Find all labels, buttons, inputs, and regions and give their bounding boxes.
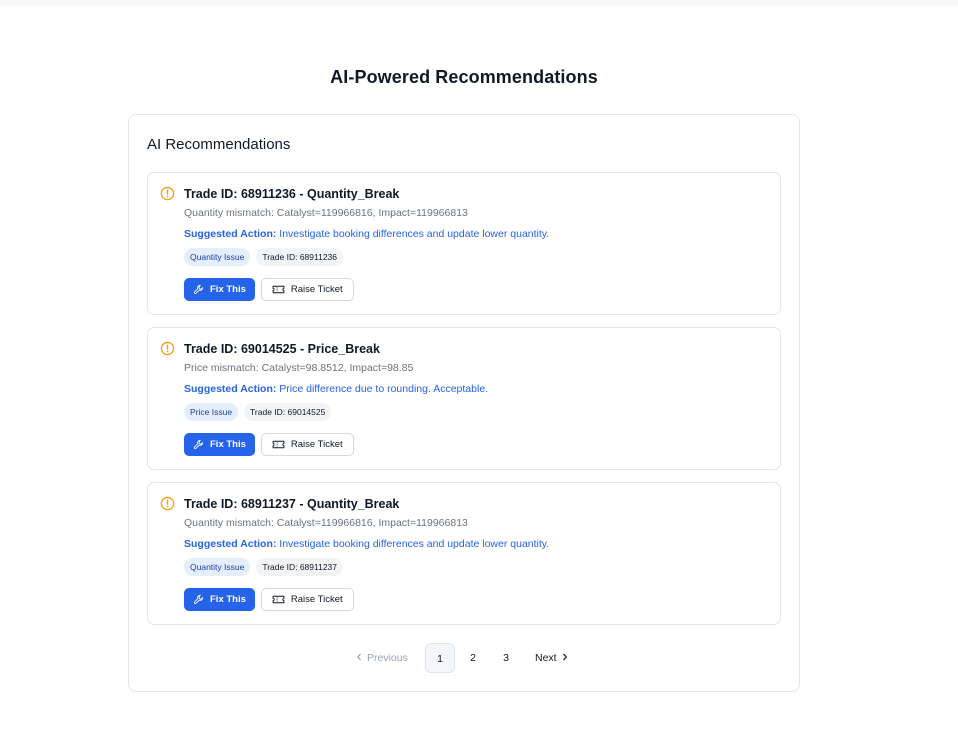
action-buttons: Fix This Raise Ticket [184, 588, 354, 611]
fix-this-button[interactable]: Fix This [184, 588, 255, 611]
suggested-action: Suggested Action: Price difference due t… [184, 383, 488, 395]
ticket-icon [272, 440, 285, 449]
suggested-action-text: Investigate booking differences and upda… [279, 538, 550, 550]
recommendation-title: Trade ID: 69014525 - Price_Break [184, 342, 380, 356]
suggested-action-text: Price difference due to rounding. Accept… [279, 383, 489, 395]
next-label: Next [535, 652, 557, 664]
raise-ticket-label: Raise Ticket [290, 284, 343, 295]
pagination: Previous 1 2 3 Next [129, 643, 801, 673]
fix-this-label: Fix This [210, 439, 246, 450]
recommendation-description: Quantity mismatch: Catalyst=119966816, I… [184, 207, 468, 219]
alert-circle-icon [160, 186, 175, 201]
suggested-action-label: Suggested Action: [184, 538, 277, 550]
previous-label: Previous [367, 652, 408, 664]
recommendations-panel: AI Recommendations Trade ID: 68911236 - … [128, 114, 800, 692]
page-1-button[interactable]: 1 [425, 643, 455, 673]
issue-type-badge: Quantity Issue [184, 558, 251, 576]
wrench-icon [193, 594, 204, 605]
raise-ticket-label: Raise Ticket [290, 439, 343, 450]
raise-ticket-button[interactable]: Raise Ticket [260, 588, 354, 611]
tag-list: Quantity Issue Trade ID: 68911236 [184, 248, 344, 266]
suggested-action-label: Suggested Action: [184, 383, 277, 395]
recommendation-card: Trade ID: 69014525 - Price_Break Price m… [147, 327, 781, 470]
fix-this-label: Fix This [210, 594, 246, 605]
action-buttons: Fix This Raise Ticket [184, 278, 354, 301]
wrench-icon [193, 439, 204, 450]
issue-type-badge: Price Issue [184, 403, 239, 421]
wrench-icon [193, 284, 204, 295]
raise-ticket-button[interactable]: Raise Ticket [260, 433, 354, 456]
recommendation-title: Trade ID: 68911236 - Quantity_Break [184, 187, 400, 201]
ticket-icon [272, 595, 285, 604]
recommendation-description: Quantity mismatch: Catalyst=119966816, I… [184, 517, 468, 529]
fix-this-label: Fix This [210, 284, 246, 295]
recommendation-card: Trade ID: 68911236 - Quantity_Break Quan… [147, 172, 781, 315]
raise-ticket-label: Raise Ticket [290, 594, 343, 605]
action-buttons: Fix This Raise Ticket [184, 433, 354, 456]
panel-title: AI Recommendations [147, 136, 291, 153]
alert-circle-icon [160, 496, 175, 511]
page-3-button[interactable]: 3 [491, 643, 521, 673]
page-title: AI-Powered Recommendations [330, 67, 598, 87]
previous-page-button[interactable]: Previous [355, 643, 408, 673]
next-page-button[interactable]: Next [535, 643, 569, 673]
top-bar [0, 0, 958, 6]
suggested-action: Suggested Action: Investigate booking di… [184, 228, 549, 240]
trade-id-badge: Trade ID: 68911237 [256, 558, 344, 576]
recommendation-card: Trade ID: 68911237 - Quantity_Break Quan… [147, 482, 781, 625]
page-2-button[interactable]: 2 [458, 643, 488, 673]
chevron-left-icon [357, 653, 361, 661]
suggested-action-label: Suggested Action: [184, 228, 277, 240]
recommendation-title: Trade ID: 68911237 - Quantity_Break [184, 497, 400, 511]
suggested-action: Suggested Action: Investigate booking di… [184, 538, 549, 550]
trade-id-badge: Trade ID: 68911236 [256, 248, 344, 266]
tag-list: Price Issue Trade ID: 69014525 [184, 403, 332, 421]
raise-ticket-button[interactable]: Raise Ticket [260, 278, 354, 301]
issue-type-badge: Quantity Issue [184, 248, 251, 266]
fix-this-button[interactable]: Fix This [184, 433, 255, 456]
alert-circle-icon [160, 341, 175, 356]
tag-list: Quantity Issue Trade ID: 68911237 [184, 558, 344, 576]
suggested-action-text: Investigate booking differences and upda… [279, 228, 550, 240]
trade-id-badge: Trade ID: 69014525 [244, 403, 332, 421]
chevron-right-icon [562, 653, 567, 661]
ticket-icon [272, 285, 285, 294]
fix-this-button[interactable]: Fix This [184, 278, 255, 301]
recommendation-description: Price mismatch: Catalyst=98.8512, Impact… [184, 362, 414, 374]
